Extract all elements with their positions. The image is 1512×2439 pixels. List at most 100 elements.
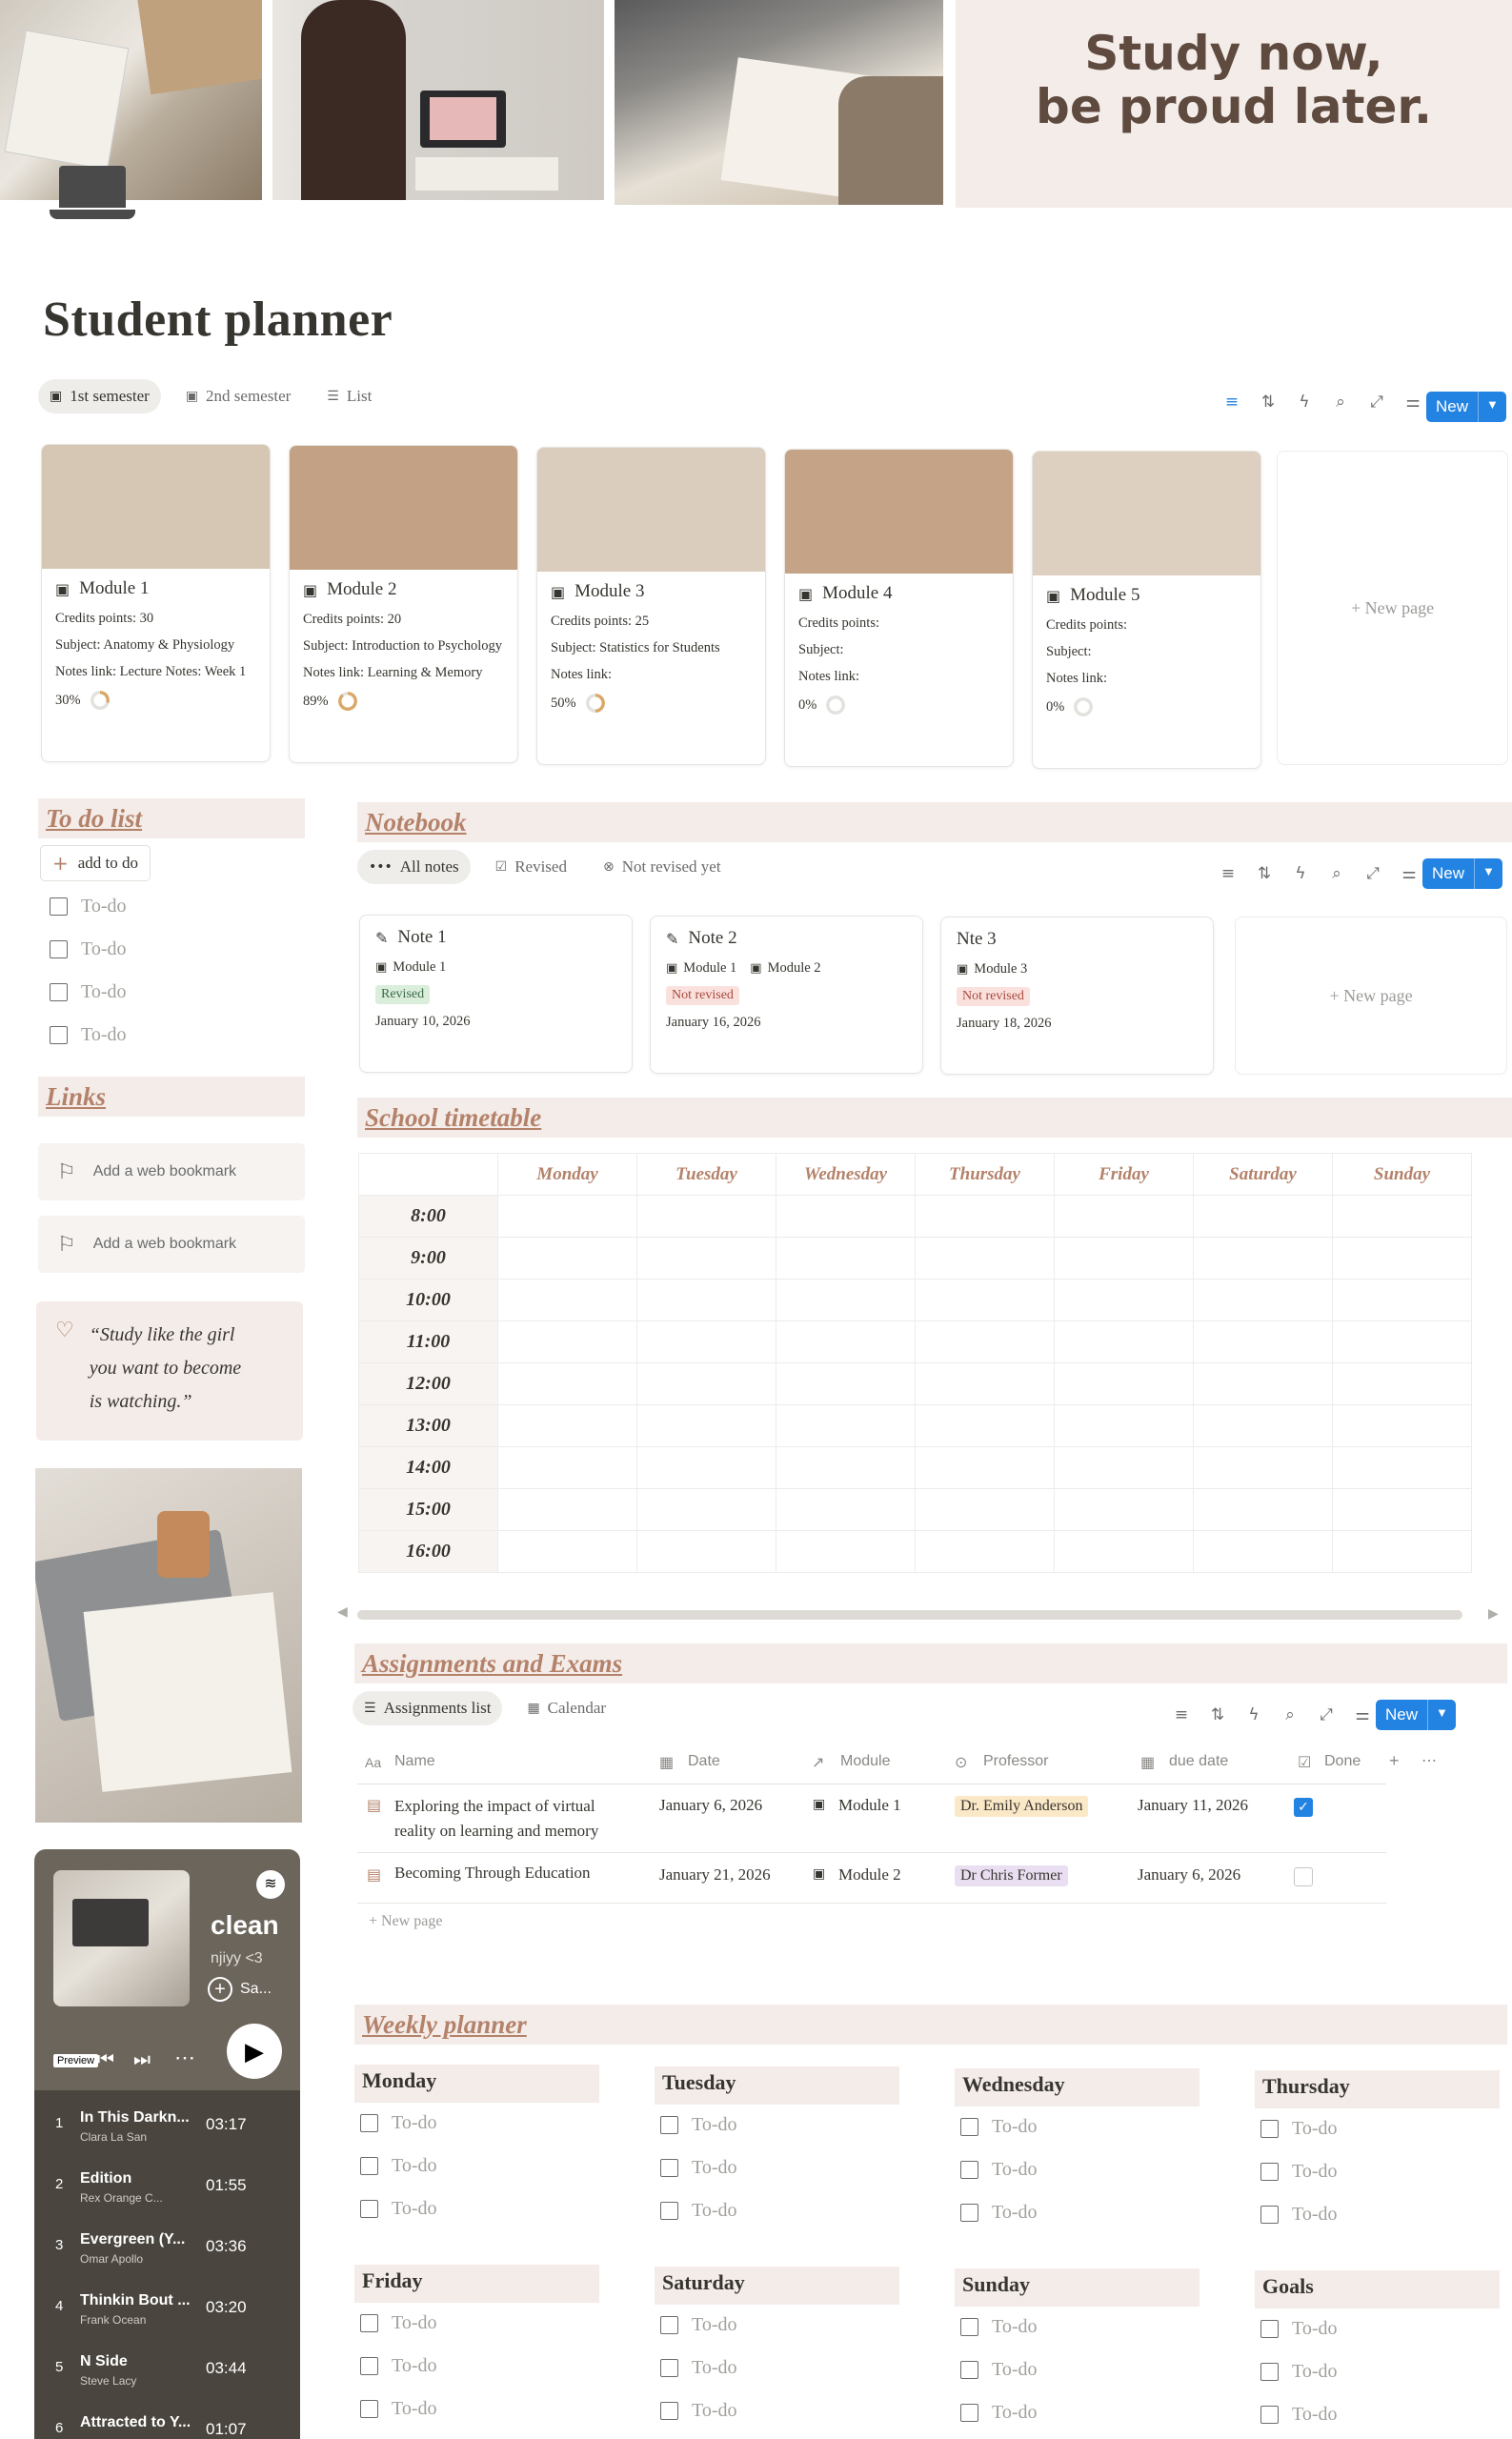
done-checkbox[interactable]: ✓ (1294, 1798, 1313, 1817)
todo-item[interactable]: To-do (50, 896, 126, 917)
weekly-todo-item[interactable]: To-do (660, 2314, 736, 2336)
search-icon[interactable]: ⌕ (1331, 393, 1350, 412)
timetable-cell[interactable] (1193, 1488, 1333, 1531)
timetable-cell[interactable] (1332, 1404, 1472, 1447)
weekly-todo-item[interactable]: To-do (660, 2114, 736, 2136)
checkbox[interactable] (1260, 2320, 1279, 2338)
todo-item[interactable]: To-do (50, 981, 126, 1003)
assignment-name[interactable]: Exploring the impact of virtual reality … (394, 1794, 598, 1844)
module-card[interactable]: ▣ Module 1 Credits points: 30 Subject: Anat… (41, 444, 271, 762)
timetable-cell[interactable] (636, 1362, 776, 1405)
automation-icon[interactable]: ϟ (1291, 864, 1310, 883)
track-row[interactable]: 4 Thinkin Bout ... Frank Ocean 03:20 (34, 2283, 300, 2340)
column-professor[interactable]: Professor (983, 1753, 1048, 1770)
checkbox[interactable] (660, 2402, 678, 2420)
modules-new-page[interactable]: + New page (1277, 451, 1508, 765)
timetable-cell[interactable] (1054, 1362, 1194, 1405)
timetable-cell[interactable] (497, 1320, 637, 1363)
checkbox[interactable] (1260, 2363, 1279, 2381)
next-icon[interactable]: ⏭ (133, 2049, 151, 2071)
timetable-cell[interactable] (1332, 1237, 1472, 1280)
checkbox[interactable] (660, 2159, 678, 2177)
timetable-cell[interactable] (776, 1530, 916, 1573)
checkbox[interactable] (660, 2116, 678, 2134)
weekly-todo-item[interactable]: To-do (360, 2355, 436, 2377)
timetable-cell[interactable] (636, 1195, 776, 1238)
checkbox[interactable] (660, 2359, 678, 2377)
weekly-todo-item[interactable]: To-do (660, 2157, 736, 2179)
automation-icon[interactable]: ϟ (1295, 393, 1314, 412)
checkbox[interactable] (360, 2114, 378, 2132)
track-row[interactable]: 3 Evergreen (Y... Omar Apollo 03:36 (34, 2222, 300, 2279)
timetable-cell[interactable] (636, 1488, 776, 1531)
timetable-cell[interactable] (1054, 1237, 1194, 1280)
timetable-cell[interactable] (1332, 1362, 1472, 1405)
track-row[interactable]: 2 Edition Rex Orange C... 01:55 (34, 2161, 300, 2218)
checkbox[interactable] (360, 2200, 378, 2218)
checkbox[interactable] (960, 2161, 978, 2179)
checkbox[interactable] (660, 2202, 678, 2220)
notebook-new-button[interactable]: New ▼ (1422, 858, 1502, 889)
timetable-cell[interactable] (915, 1446, 1055, 1489)
weekly-todo-item[interactable]: To-do (960, 2359, 1037, 2381)
weekly-todo-item[interactable]: To-do (960, 2202, 1037, 2224)
tab-revised[interactable]: ☑ Revised (484, 850, 578, 884)
checkbox[interactable] (50, 940, 68, 958)
add-column-icon[interactable]: + (1389, 1751, 1400, 1771)
add-todo-button[interactable]: + add to do (40, 845, 151, 881)
horizontal-scrollbar[interactable] (357, 1610, 1462, 1620)
done-checkbox[interactable] (1294, 1867, 1313, 1886)
timetable-cell[interactable] (1054, 1279, 1194, 1321)
timetable-cell[interactable] (1332, 1195, 1472, 1238)
scroll-left-icon[interactable]: ◀ (337, 1604, 348, 1620)
module-card[interactable]: ▣ Module 2 Credits points: 20 Subject: Intr… (289, 445, 518, 763)
save-button[interactable]: + Sa... (208, 1977, 272, 2002)
timetable-cell[interactable] (1193, 1320, 1333, 1363)
timetable-cell[interactable] (915, 1279, 1055, 1321)
filter-icon[interactable]: ≡ (1219, 864, 1238, 883)
timetable-cell[interactable] (636, 1279, 776, 1321)
timetable-cell[interactable] (776, 1446, 916, 1489)
timetable-cell[interactable] (776, 1320, 916, 1363)
timetable-cell[interactable] (915, 1530, 1055, 1573)
weekly-todo-item[interactable]: To-do (660, 2400, 736, 2422)
timetable-cell[interactable] (776, 1237, 916, 1280)
todo-item[interactable]: To-do (50, 938, 126, 960)
weekly-todo-item[interactable]: To-do (1260, 2318, 1337, 2340)
timetable-cell[interactable] (1054, 1446, 1194, 1489)
timetable-cell[interactable] (1332, 1530, 1472, 1573)
checkbox[interactable] (1260, 2406, 1279, 2424)
timetable-cell[interactable] (636, 1530, 776, 1573)
timetable-cell[interactable] (1193, 1530, 1333, 1573)
note-card[interactable]: ✎ Note 2 ▣ Module 1 ▣ Module 2 Not revised Janu… (650, 916, 923, 1074)
tab-1st-semester[interactable]: ▣ 1st semester (38, 379, 161, 413)
timetable-cell[interactable] (636, 1237, 776, 1280)
search-icon[interactable]: ⌕ (1327, 864, 1346, 883)
timetable-cell[interactable] (776, 1404, 916, 1447)
timetable-cell[interactable] (915, 1320, 1055, 1363)
sort-icon[interactable]: ⇅ (1255, 864, 1274, 883)
timetable-cell[interactable] (1193, 1237, 1333, 1280)
assignment-name[interactable]: Becoming Through Education (394, 1864, 591, 1883)
track-row[interactable]: 5 N Side Steve Lacy 03:44 (34, 2344, 300, 2401)
previous-icon[interactable]: ⏮ (97, 2049, 114, 2071)
timetable-cell[interactable] (497, 1279, 637, 1321)
search-icon[interactable]: ⌕ (1280, 1705, 1300, 1724)
weekly-todo-item[interactable]: To-do (360, 2398, 436, 2420)
weekly-todo-item[interactable]: To-do (960, 2116, 1037, 2138)
timetable-cell[interactable] (915, 1362, 1055, 1405)
weekly-todo-item[interactable]: To-do (960, 2159, 1037, 2181)
web-bookmark[interactable]: ⚐ Add a web bookmark (38, 1143, 305, 1200)
weekly-todo-item[interactable]: To-do (1260, 2204, 1337, 2226)
filter-icon[interactable]: ≡ (1222, 393, 1241, 412)
web-bookmark[interactable]: ⚐ Add a web bookmark (38, 1216, 305, 1273)
tab-not-revised[interactable]: ⊗ Not revised yet (592, 850, 733, 884)
table-row[interactable]: ▤ Exploring the impact of virtual realit… (357, 1784, 1386, 1853)
weekly-todo-item[interactable]: To-do (1260, 2361, 1337, 2383)
note-card[interactable]: Nte 3 ▣ Module 3 Not revised January 18, 202… (940, 917, 1214, 1075)
module-card[interactable]: ▣ Module 5 Credits points: Subject: Notes li… (1032, 451, 1261, 769)
sort-icon[interactable]: ⇅ (1259, 393, 1278, 412)
checkbox[interactable] (960, 2204, 978, 2222)
timetable-cell[interactable] (1332, 1446, 1472, 1489)
timetable-cell[interactable] (915, 1195, 1055, 1238)
